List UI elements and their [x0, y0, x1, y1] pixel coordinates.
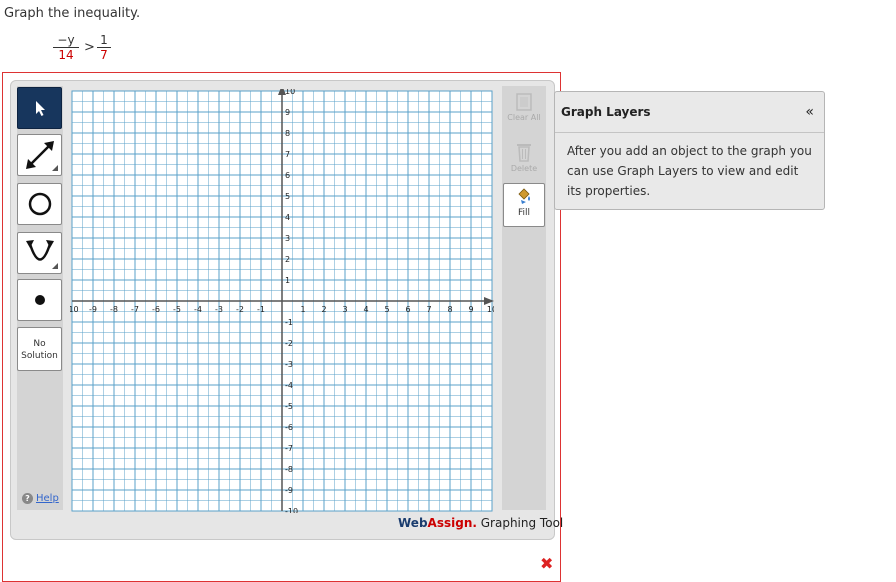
y-tick-label: -3 [285, 360, 293, 369]
collapse-layers-button[interactable]: « [805, 104, 814, 120]
clear-all-label: Clear All [507, 113, 541, 122]
x-tick-label: 2 [321, 305, 326, 314]
graph-layers-panel: Graph Layers « After you add an object t… [554, 91, 825, 210]
question-prompt: Graph the inequality. [4, 6, 141, 21]
x-tick-label: -5 [173, 305, 181, 314]
pointer-tool-button[interactable] [17, 87, 62, 129]
paint-bucket-icon [518, 188, 530, 204]
arrow-pointer-icon [35, 101, 45, 116]
x-tick-label: -4 [194, 305, 202, 314]
y-tick-label: -6 [285, 423, 293, 432]
x-tick-label: -2 [236, 305, 244, 314]
lhs-numerator: −y [53, 33, 79, 48]
rhs-denominator: 7 [100, 48, 108, 62]
y-tick-label: -7 [285, 444, 293, 453]
x-tick-label: 1 [300, 305, 305, 314]
clear-all-icon [516, 93, 532, 111]
y-tick-label: 6 [285, 171, 290, 180]
y-tick-label: 4 [285, 213, 290, 222]
point-icon [34, 295, 45, 305]
x-tick-label: 3 [342, 305, 347, 314]
y-tick-label: -10 [285, 507, 298, 513]
parabola-icon [25, 240, 58, 269]
y-tick-label: 9 [285, 108, 290, 117]
y-tick-label: 1 [285, 276, 290, 285]
incorrect-x-icon: ✖ [540, 554, 554, 573]
lhs-fraction: −y 14 [53, 33, 79, 62]
trash-icon [517, 144, 531, 162]
x-tick-label: 9 [468, 305, 473, 314]
y-tick-label: 3 [285, 234, 290, 243]
delete-label: Delete [510, 164, 538, 173]
brand-tool: Graphing Tool [476, 516, 564, 530]
x-tick-label: 10 [487, 305, 494, 314]
x-tick-label: -7 [131, 305, 139, 314]
y-tick-label: -5 [285, 402, 293, 411]
y-tick-label: 5 [285, 192, 290, 201]
clear-all-button[interactable]: Clear All [503, 90, 545, 130]
help-icon: ? [22, 493, 33, 504]
line-arrows-icon [25, 141, 58, 171]
y-tick-label: 7 [285, 150, 290, 159]
y-tick-label: -2 [285, 339, 293, 348]
x-tick-label: -8 [110, 305, 118, 314]
lhs-denominator: 14 [58, 48, 74, 62]
circle-icon [28, 192, 51, 216]
x-tick-label: -1 [257, 305, 265, 314]
rhs-fraction: 1 7 [97, 33, 111, 62]
y-tick-label: -1 [285, 318, 293, 327]
no-solution-button[interactable]: No Solution [17, 327, 62, 371]
no-solution-line1: No [33, 339, 46, 349]
x-tick-label: -10 [70, 305, 79, 314]
y-tick-label: 8 [285, 129, 290, 138]
circle-tool-button[interactable] [17, 183, 62, 225]
x-tick-label: 8 [447, 305, 452, 314]
graph-layers-message: After you add an object to the graph you… [567, 144, 812, 198]
y-tick-label: 10 [285, 89, 295, 96]
x-tick-label: -9 [89, 305, 97, 314]
help-link[interactable]: ? Help [22, 493, 59, 504]
point-tool-button[interactable] [17, 279, 62, 321]
y-tick-label: 2 [285, 255, 290, 264]
help-label: Help [36, 493, 59, 504]
y-tick-label: -4 [285, 381, 293, 390]
no-solution-line2: Solution [21, 351, 58, 361]
parabola-tool-button[interactable] [17, 232, 62, 274]
x-tick-label: 6 [405, 305, 410, 314]
y-tick-label: -9 [285, 486, 293, 495]
x-tick-label: 7 [426, 305, 431, 314]
fill-button[interactable]: Fill [503, 183, 545, 227]
brand-web: Web [398, 516, 428, 530]
x-tick-label: 5 [384, 305, 389, 314]
rhs-numerator: 1 [97, 33, 111, 48]
webassign-branding: WebAssign. Graphing Tool [398, 516, 563, 530]
coordinate-plane[interactable]: -10 -9 -8 -7 -6 -5 -4 -3 -2 -1 1 2 3 4 5 6 7 8 9 10 10 9 8 7 6 5 4… [70, 89, 494, 513]
y-tick-label: -8 [285, 465, 293, 474]
fill-label: Fill [517, 208, 531, 218]
brand-assign: Assign. [427, 516, 477, 530]
graph-layers-header: Graph Layers « [555, 92, 824, 133]
x-tick-label: 4 [363, 305, 368, 314]
x-tick-label: -3 [215, 305, 223, 314]
graph-layers-title: Graph Layers [561, 105, 651, 119]
x-tick-label: -6 [152, 305, 160, 314]
inequality-operator: > [84, 40, 95, 55]
delete-button[interactable]: Delete [503, 140, 545, 180]
line-tool-button[interactable] [17, 134, 62, 176]
